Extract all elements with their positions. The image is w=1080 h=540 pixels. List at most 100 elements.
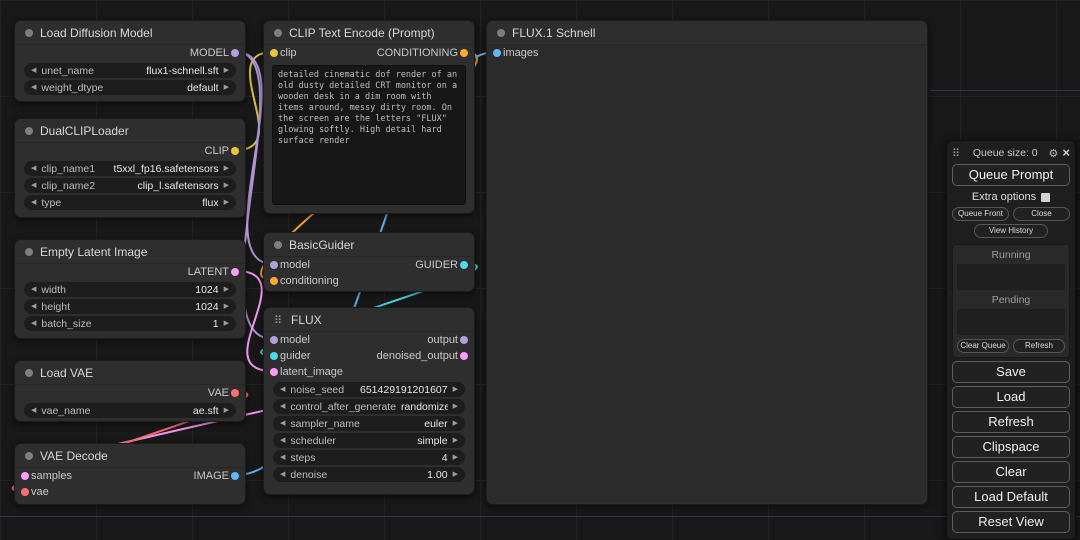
decrement-arrow-icon[interactable] [31, 84, 36, 91]
collapse-dot-icon[interactable] [274, 29, 282, 37]
increment-arrow-icon[interactable] [224, 407, 229, 414]
increment-arrow-icon[interactable] [453, 403, 458, 410]
increment-arrow-icon[interactable] [453, 454, 458, 461]
output-slot-denoised-output[interactable] [460, 352, 468, 360]
input-slot-clip[interactable] [270, 49, 278, 57]
increment-arrow-icon[interactable] [224, 286, 229, 293]
decrement-arrow-icon[interactable] [31, 303, 36, 310]
input-slot-model[interactable] [270, 261, 278, 269]
input-slot-samples[interactable] [21, 472, 29, 480]
widget-height[interactable]: height 1024 [24, 299, 236, 314]
increment-arrow-icon[interactable] [224, 84, 229, 91]
node-clip-text-encode[interactable]: CLIP Text Encode (Prompt) clip CONDITION… [263, 20, 475, 214]
widget-type[interactable]: type flux [24, 195, 236, 210]
queue-front-button[interactable]: Queue Front [952, 207, 1009, 221]
node-empty-latent-image[interactable]: Empty Latent Image LATENT width 1024 hei… [14, 239, 246, 339]
output-slot-latent[interactable] [231, 268, 239, 276]
node-load-vae[interactable]: Load VAE VAE vae_name ae.sft [14, 360, 246, 422]
collapse-dot-icon[interactable] [25, 248, 33, 256]
widget-control-after-generate[interactable]: control_after_generate randomize [273, 399, 465, 414]
decrement-arrow-icon[interactable] [280, 420, 285, 427]
increment-arrow-icon[interactable] [224, 320, 229, 327]
increment-arrow-icon[interactable] [453, 420, 458, 427]
input-slot-latent-image[interactable] [270, 368, 278, 376]
close-icon[interactable] [1062, 146, 1070, 160]
widget-vae-name[interactable]: vae_name ae.sft [24, 403, 236, 418]
widget-steps[interactable]: steps 4 [273, 450, 465, 465]
widget-width[interactable]: width 1024 [24, 282, 236, 297]
output-slot-image[interactable] [231, 472, 239, 480]
widget-noise-seed[interactable]: noise_seed 651429191201607 [273, 382, 465, 397]
increment-arrow-icon[interactable] [224, 303, 229, 310]
increment-arrow-icon[interactable] [453, 386, 458, 393]
close-button[interactable]: Close [1013, 207, 1070, 221]
widget-clip-name2[interactable]: clip_name2 clip_l.safetensors [24, 178, 236, 193]
collapse-dot-icon[interactable] [497, 29, 505, 37]
widget-scheduler[interactable]: scheduler simple [273, 433, 465, 448]
node-vae-decode[interactable]: VAE Decode samples IMAGE vae [14, 443, 246, 505]
increment-arrow-icon[interactable] [453, 471, 458, 478]
output-slot-guider[interactable] [460, 261, 468, 269]
output-slot-output[interactable] [460, 336, 468, 344]
extra-options-checkbox[interactable] [1041, 193, 1050, 202]
decrement-arrow-icon[interactable] [31, 407, 36, 414]
collapse-dot-icon[interactable] [25, 29, 33, 37]
reset-view-button[interactable]: Reset View [952, 511, 1070, 533]
decrement-arrow-icon[interactable] [280, 386, 285, 393]
decrement-arrow-icon[interactable] [280, 471, 285, 478]
node-flux1-schnell-preview[interactable]: FLUX.1 Schnell images [486, 20, 928, 505]
refresh-button[interactable]: Refresh [952, 411, 1070, 433]
queue-prompt-button[interactable]: Queue Prompt [952, 164, 1070, 186]
collapse-dot-icon[interactable] [25, 369, 33, 377]
view-history-button[interactable]: View History [974, 224, 1048, 238]
collapse-dot-icon[interactable] [25, 452, 33, 460]
widget-denoise[interactable]: denoise 1.00 [273, 467, 465, 482]
decrement-arrow-icon[interactable] [31, 320, 36, 327]
node-dual-clip-loader[interactable]: DualCLIPLoader CLIP clip_name1 t5xxl_fp1… [14, 118, 246, 218]
decrement-arrow-icon[interactable] [280, 403, 285, 410]
increment-arrow-icon[interactable] [453, 437, 458, 444]
drag-grip-icon[interactable] [274, 313, 284, 327]
node-basic-guider[interactable]: BasicGuider model GUIDER conditioning [263, 232, 475, 292]
input-slot-vae[interactable] [21, 488, 29, 496]
node-title: DualCLIPLoader [40, 124, 129, 138]
widget-sampler-name[interactable]: sampler_name euler [273, 416, 465, 431]
output-slot-clip[interactable] [231, 147, 239, 155]
decrement-arrow-icon[interactable] [31, 199, 36, 206]
decrement-arrow-icon[interactable] [280, 454, 285, 461]
input-slot-guider[interactable] [270, 352, 278, 360]
output-slot-vae[interactable] [231, 389, 239, 397]
clear-button[interactable]: Clear [952, 461, 1070, 483]
node-flux-sampler[interactable]: FLUX model output guider denoised_output… [263, 307, 475, 495]
decrement-arrow-icon[interactable] [31, 182, 36, 189]
load-default-button[interactable]: Load Default [952, 486, 1070, 508]
widget-weight-dtype[interactable]: weight_dtype default [24, 80, 236, 95]
decrement-arrow-icon[interactable] [31, 286, 36, 293]
node-load-diffusion-model[interactable]: Load Diffusion Model MODEL unet_name flu… [14, 20, 246, 102]
widget-clip-name1[interactable]: clip_name1 t5xxl_fp16.safetensors [24, 161, 236, 176]
collapse-dot-icon[interactable] [25, 127, 33, 135]
widget-unet-name[interactable]: unet_name flux1-schnell.sft [24, 63, 236, 78]
clipspace-button[interactable]: Clipspace [952, 436, 1070, 458]
increment-arrow-icon[interactable] [224, 67, 229, 74]
settings-gear-icon[interactable] [1049, 147, 1059, 160]
collapse-dot-icon[interactable] [274, 241, 282, 249]
drag-grip-icon[interactable] [952, 147, 962, 160]
output-slot-conditioning[interactable] [460, 49, 468, 57]
output-slot-model[interactable] [231, 49, 239, 57]
decrement-arrow-icon[interactable] [31, 165, 36, 172]
widget-batch-size[interactable]: batch_size 1 [24, 316, 236, 331]
load-button[interactable]: Load [952, 386, 1070, 408]
refresh-queue-button[interactable]: Refresh [1013, 339, 1065, 353]
increment-arrow-icon[interactable] [224, 199, 229, 206]
input-slot-conditioning[interactable] [270, 277, 278, 285]
decrement-arrow-icon[interactable] [280, 437, 285, 444]
input-slot-images[interactable] [493, 49, 501, 57]
increment-arrow-icon[interactable] [224, 165, 229, 172]
decrement-arrow-icon[interactable] [31, 67, 36, 74]
save-button[interactable]: Save [952, 361, 1070, 383]
increment-arrow-icon[interactable] [224, 182, 229, 189]
input-slot-model[interactable] [270, 336, 278, 344]
clear-queue-button[interactable]: Clear Queue [957, 339, 1009, 353]
prompt-textarea[interactable]: detailed cinematic dof render of an old … [272, 65, 466, 205]
